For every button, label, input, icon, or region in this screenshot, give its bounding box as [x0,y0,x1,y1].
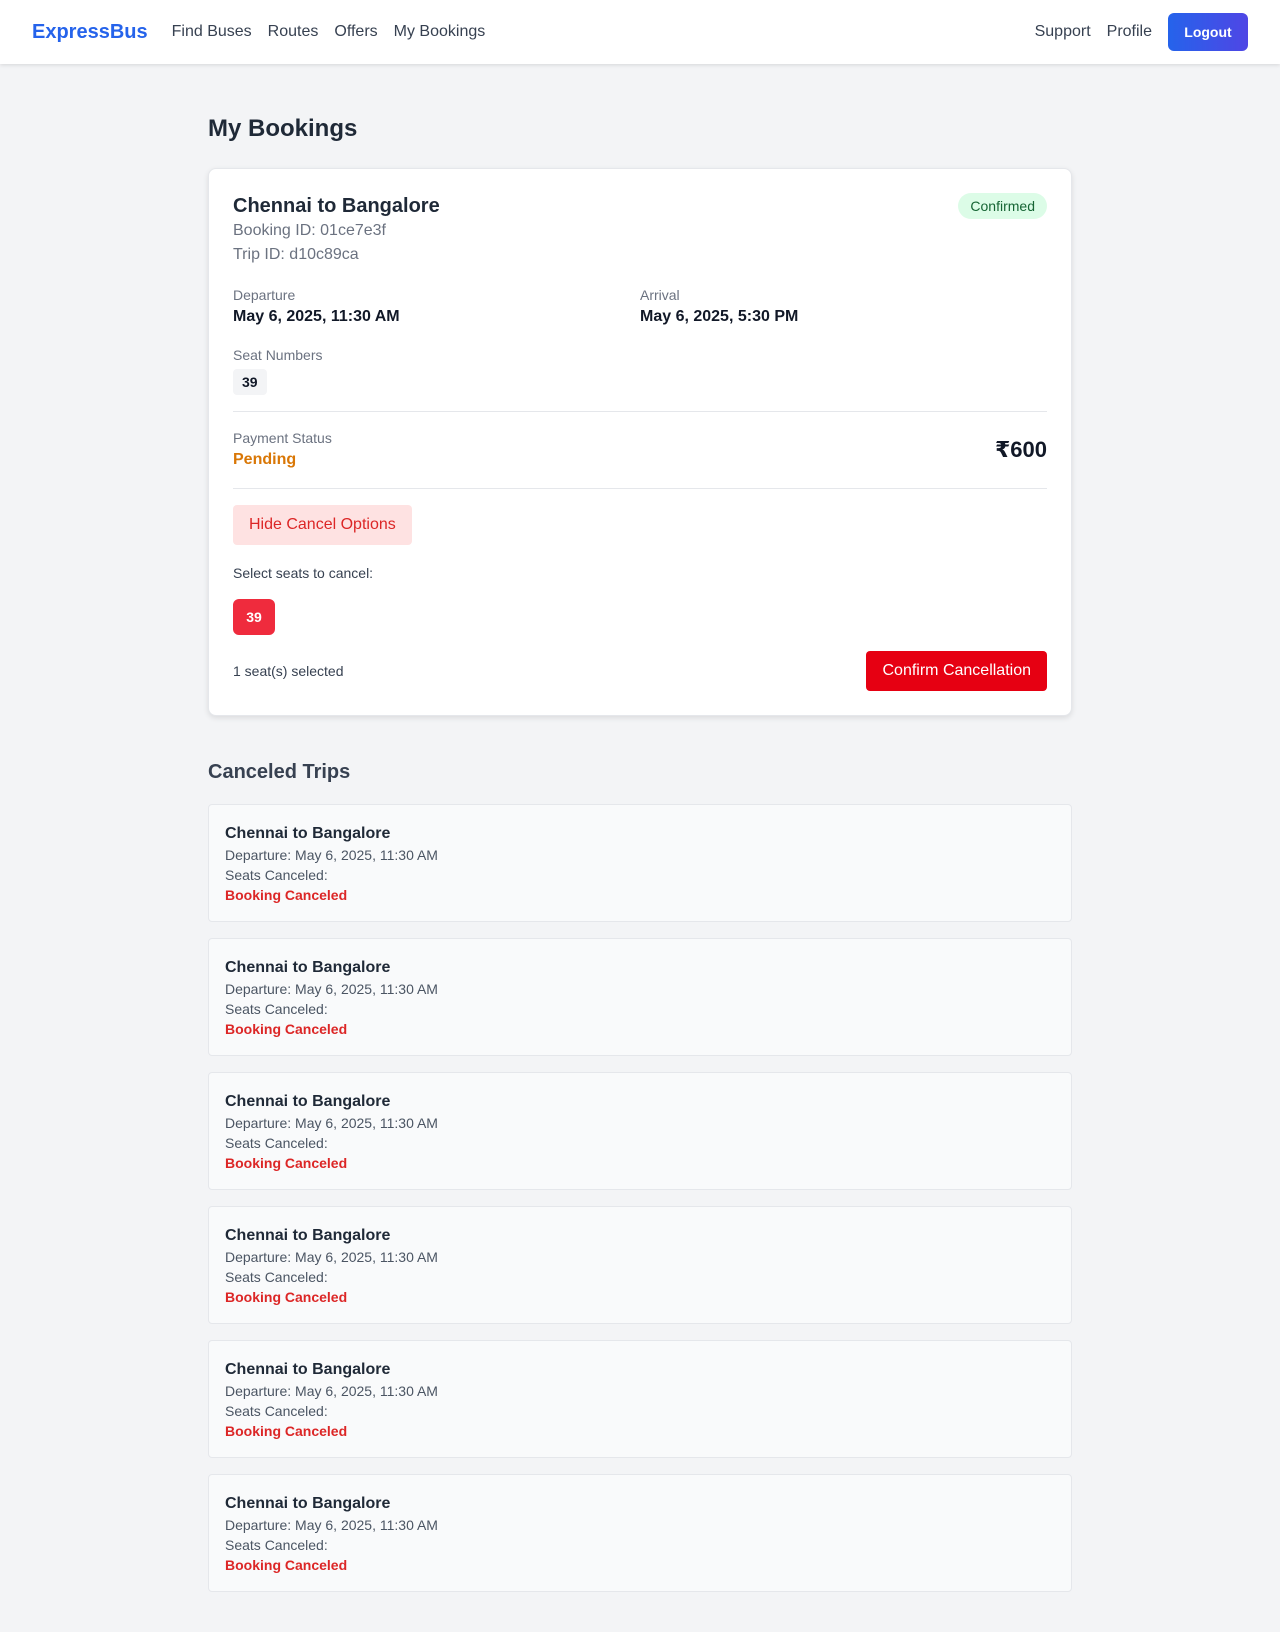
payment-block: Payment Status Pending [233,428,332,472]
canceled-seats: Seats Canceled: [225,1135,328,1151]
canceled-trips-list: Chennai to Bangalore Departure: May 6, 2… [208,804,1072,1592]
confirm-cancellation-button[interactable]: Confirm Cancellation [866,651,1047,691]
canceled-trip-card: Chennai to Bangalore Departure: May 6, 2… [208,938,1072,1056]
canceled-departure: Departure: May 6, 2025, 11:30 AM [225,847,438,863]
status-badge: Confirmed [958,193,1047,219]
canceled-status: Booking Canceled [225,1423,348,1439]
seat-numbers-block: Seat Numbers 39 [233,345,1047,395]
canceled-trip-card: Chennai to Bangalore Departure: May 6, 2… [208,1474,1072,1592]
canceled-seats: Seats Canceled: [225,1537,328,1553]
canceled-departure: Departure: May 6, 2025, 11:30 AM [225,1383,438,1399]
nav-right: Support Profile Logout [1035,13,1248,51]
seat-numbers-label: Seat Numbers [233,347,323,363]
canceled-route: Chennai to Bangalore [225,1093,391,1110]
booking-price: ₹600 [994,437,1047,462]
nav-link-support[interactable]: Support [1035,23,1091,41]
canceled-route: Chennai to Bangalore [225,1361,391,1378]
payment-status-label: Payment Status [233,430,332,446]
trip-id: Trip ID: d10c89ca [233,246,359,263]
cancel-seat-toggle[interactable]: 39 [233,599,275,635]
canceled-trip-card: Chennai to Bangalore Departure: May 6, 2… [208,1340,1072,1458]
payment-row: Payment Status Pending ₹600 [233,428,1047,472]
arrival-label: Arrival [640,287,680,303]
canceled-departure: Departure: May 6, 2025, 11:30 AM [225,1249,438,1265]
arrival-value: May 6, 2025, 5:30 PM [640,308,799,325]
canceled-status: Booking Canceled [225,1021,348,1037]
times-row: Departure May 6, 2025, 11:30 AM Arrival … [233,285,1047,329]
page-title: My Bookings [208,115,358,142]
canceled-status: Booking Canceled [225,1557,348,1573]
nav-link-offers[interactable]: Offers [334,23,377,41]
canceled-departure: Departure: May 6, 2025, 11:30 AM [225,981,438,997]
top-navbar: ExpressBus Find Buses Routes Offers My B… [0,0,1280,64]
nav-link-my-bookings[interactable]: My Bookings [394,23,486,41]
brand-logo[interactable]: ExpressBus [32,21,148,44]
booking-route: Chennai to Bangalore [233,195,440,217]
arrival-block: Arrival May 6, 2025, 5:30 PM [640,285,1047,329]
main-content: My Bookings Chennai to Bangalore Booking… [208,64,1072,1608]
canceled-route: Chennai to Bangalore [225,1227,391,1244]
departure-block: Departure May 6, 2025, 11:30 AM [233,285,640,329]
canceled-trips-title: Canceled Trips [208,761,351,783]
canceled-trip-card: Chennai to Bangalore Departure: May 6, 2… [208,1206,1072,1324]
canceled-route: Chennai to Bangalore [225,1495,391,1512]
nav-links: Find Buses Routes Offers My Bookings [172,23,486,41]
canceled-seats: Seats Canceled: [225,867,328,883]
canceled-trip-card: Chennai to Bangalore Departure: May 6, 2… [208,804,1072,922]
canceled-seats: Seats Canceled: [225,1001,328,1017]
canceled-departure: Departure: May 6, 2025, 11:30 AM [225,1517,438,1533]
nav-link-profile[interactable]: Profile [1107,23,1152,41]
hide-cancel-options-button[interactable]: Hide Cancel Options [233,505,412,545]
canceled-route: Chennai to Bangalore [225,825,391,842]
canceled-seats: Seats Canceled: [225,1269,328,1285]
booking-card: Chennai to Bangalore Booking ID: 01ce7e3… [208,168,1072,716]
nav-link-routes[interactable]: Routes [268,23,319,41]
departure-value: May 6, 2025, 11:30 AM [233,308,400,325]
payment-status: Pending [233,451,297,468]
nav-link-find-buses[interactable]: Find Buses [172,23,252,41]
canceled-trip-card: Chennai to Bangalore Departure: May 6, 2… [208,1072,1072,1190]
select-seats-label: Select seats to cancel: [233,565,374,581]
confirm-row: 1 seat(s) selected Confirm Cancellation [233,651,1047,691]
canceled-departure: Departure: May 6, 2025, 11:30 AM [225,1115,438,1131]
departure-label: Departure [233,287,296,303]
canceled-status: Booking Canceled [225,887,348,903]
divider [233,411,1047,412]
logout-button[interactable]: Logout [1168,13,1248,51]
selected-seat-count: 1 seat(s) selected [233,663,344,679]
canceled-status: Booking Canceled [225,1289,348,1305]
booking-id: Booking ID: 01ce7e3f [233,222,386,239]
canceled-route: Chennai to Bangalore [225,959,391,976]
canceled-status: Booking Canceled [225,1155,348,1171]
seat-chip: 39 [233,369,267,395]
divider [233,488,1047,489]
canceled-seats: Seats Canceled: [225,1403,328,1419]
